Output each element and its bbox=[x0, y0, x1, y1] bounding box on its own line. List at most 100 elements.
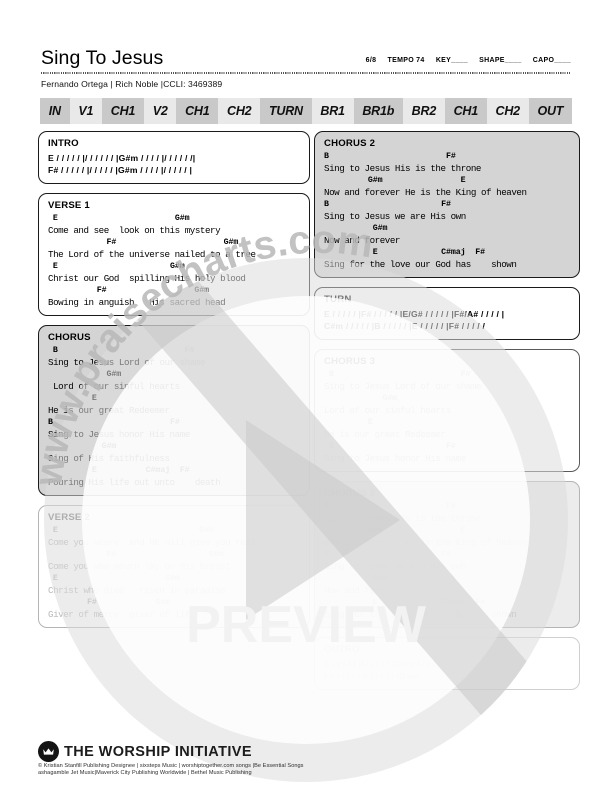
left-column: INTRO E / / / / / |/ / / / / / |G#m / / … bbox=[38, 131, 310, 637]
nav-cell-v1-1[interactable]: V1 bbox=[69, 98, 103, 124]
song-credits: Fernando Ortega | Rich Noble |CCLI: 3469… bbox=[41, 79, 223, 89]
chord-line: G#m E bbox=[324, 176, 466, 185]
nav-cell-v2-3[interactable]: V2 bbox=[143, 98, 177, 124]
lyric-block: E G#m Come you weary and He will give you… bbox=[48, 526, 300, 620]
lyric-line: Bowing in anguish His sacred head bbox=[48, 296, 226, 308]
nav-cell-br1b-8[interactable]: BR1b bbox=[353, 98, 403, 124]
time-signature: 6/8 bbox=[365, 57, 377, 64]
section-title: TURN bbox=[324, 294, 352, 305]
section-intro: INTRO E / / / / / |/ / / / / / |G#m / / … bbox=[38, 131, 310, 184]
nav-cell-ch1-4[interactable]: CH1 bbox=[176, 98, 219, 124]
nav-cell-ch1-10[interactable]: CH1 bbox=[444, 98, 487, 124]
tempo: TEMPO 74 bbox=[387, 57, 425, 64]
lyric-line: Sing to Jesus His is the throne bbox=[324, 162, 481, 174]
chord-line: B F# bbox=[324, 152, 456, 161]
chord-line: G#m E bbox=[324, 526, 466, 535]
lyric-line: Now and forever He is the King of heaven bbox=[324, 186, 527, 198]
lyric-line: Now and forever bbox=[324, 234, 400, 246]
right-column: CHORUS 2 B F# Sing to Jesus His is the th… bbox=[314, 131, 580, 699]
section-title: OUTRO bbox=[324, 644, 360, 655]
lyric-line: Sing for the love our God has shown bbox=[324, 608, 517, 620]
lyric-line: Pouring His life out unto death bbox=[48, 476, 221, 488]
chord-line: F# G#m bbox=[48, 598, 170, 607]
lyric-block: B F# Sing to Jesus His is the throne G#m … bbox=[324, 152, 570, 270]
lyric-line: Come you who mourn lay on His breast bbox=[48, 560, 231, 572]
chord-measure-line: E / / / / / |/ / / / / / |G#m / / / / |/… bbox=[48, 153, 196, 163]
lyric-line: Sing to Jesus Lord of our shame bbox=[324, 380, 481, 392]
lyric-block: B F# Sing to Jesus His is the throne G#m … bbox=[324, 502, 570, 620]
chord-measure-line: F# / / / / / |/ / / / / |G#m / / / / |/ … bbox=[48, 165, 193, 175]
page-title: Sing To Jesus bbox=[41, 47, 164, 69]
chord-line: B F# bbox=[324, 442, 456, 451]
nav-cell-ch2-5[interactable]: CH2 bbox=[218, 98, 261, 124]
chord-line: E C#maj F# bbox=[324, 598, 486, 607]
page-footer: THE WORSHIP INITIATIVE © Kristian Stanfi… bbox=[38, 741, 578, 778]
song-metadata: 6/8 TEMPO 74 KEY____ SHAPE____ CAPO____ bbox=[366, 57, 571, 64]
lyric-line: Lord of our sinful hearts bbox=[324, 404, 451, 416]
crown-icon bbox=[38, 741, 59, 763]
lyric-block: E G#m Come and see look on this mystery F… bbox=[48, 214, 300, 308]
chord-line: E bbox=[324, 418, 373, 427]
lyric-line: The Lord of the universe nailed to a tre… bbox=[48, 248, 256, 260]
lyric-line: Now and forever bbox=[324, 584, 400, 596]
nav-cell-ch2-11[interactable]: CH2 bbox=[486, 98, 529, 124]
lyric-line: Lord of our sinful hearts bbox=[48, 380, 180, 392]
section-title: VERSE 1 bbox=[48, 200, 90, 211]
chord-line: E bbox=[48, 394, 97, 403]
section-chorus-2: CHORUS 2 B F# Sing to Jesus His is the th… bbox=[314, 131, 580, 278]
section-title: INTRO bbox=[48, 138, 79, 149]
chord-line: G#m bbox=[324, 574, 388, 583]
section-verse-2: VERSE 2 E G#m Come you weary and He will … bbox=[38, 505, 310, 628]
chord-line: B F# bbox=[324, 200, 451, 209]
nav-cell-ch1-2[interactable]: CH1 bbox=[102, 98, 144, 124]
section-title: VERSE 2 bbox=[48, 512, 90, 523]
lyric-line: Giver of mercy giver of life bbox=[48, 608, 195, 620]
nav-cell-out-12[interactable]: OUT bbox=[528, 98, 572, 124]
lyric-line: Sing to Jesus honor His name bbox=[48, 428, 190, 440]
copyright-line-2: ashagamble Jet Music|Maverick City Publi… bbox=[38, 770, 252, 777]
chord-measure-line: E / / / / / |/ / / / / / |G#m / / / / |/… bbox=[324, 659, 472, 669]
chord-line: F# G#m bbox=[48, 286, 210, 295]
lyric-line: Sing to Jesus we are His own bbox=[324, 560, 466, 572]
lyric-line: Sing to Jesus honor His name bbox=[324, 452, 466, 464]
chord-line: E G#m bbox=[48, 526, 214, 535]
nav-cell-br2-9[interactable]: BR2 bbox=[402, 98, 445, 124]
nav-cell-in-0[interactable]: IN bbox=[40, 98, 70, 124]
lyric-line: Sing to Jesus we are His own bbox=[324, 210, 466, 222]
lyric-line: Sing to Jesus Lord of our shame bbox=[48, 356, 205, 368]
lyric-block: B F# Sing to Jesus Lord of our shame G#m … bbox=[48, 346, 300, 488]
section-title: CHORUS bbox=[48, 332, 91, 343]
lyric-line: Sing for the love our God has shown bbox=[324, 258, 517, 270]
nav-cell-br1-7[interactable]: BR1 bbox=[311, 98, 354, 124]
lyric-line: He is our great Redeemer bbox=[324, 428, 446, 440]
lyric-line: Sing to Jesus His is the throne bbox=[324, 512, 481, 524]
brand-logo: THE WORSHIP INITIATIVE bbox=[38, 741, 578, 763]
section-verse-1: VERSE 1 E G#m Come and see look on this m… bbox=[38, 193, 310, 316]
section-turn: TURN E / / / / / |F# / / / / / |E/G# / /… bbox=[314, 287, 580, 340]
chord-line: E G#m bbox=[48, 574, 180, 583]
title-divider bbox=[41, 72, 571, 74]
chord-line: F# G#m bbox=[48, 238, 239, 247]
chord-line: E G#m bbox=[48, 214, 190, 223]
section-outro: OUTRO E / / / / / |/ / / / / / |G#m / / … bbox=[314, 637, 580, 690]
chord-line: G#m bbox=[48, 370, 122, 379]
chord-line: B F# bbox=[324, 370, 471, 379]
section-title: CHORUS 2 bbox=[324, 488, 376, 499]
section-title: CHORUS 3 bbox=[324, 356, 376, 367]
lyric-line: He is our great Redeemer bbox=[48, 404, 170, 416]
arrangement-navbar[interactable]: IN V1 CH1 V2 CH1 CH2 TURN BR1 BR1b BR2 CH1 CH2 OUT bbox=[40, 98, 572, 124]
page-header: Sing To Jesus 6/8 TEMPO 74 KEY____ SHAPE… bbox=[0, 0, 612, 92]
section-title: CHORUS 2 bbox=[324, 138, 376, 149]
brand-name: THE WORSHIP INITIATIVE bbox=[64, 743, 252, 760]
chord-line: G#m bbox=[324, 394, 398, 403]
nav-cell-turn-6[interactable]: TURN bbox=[260, 98, 312, 124]
section-chorus: CHORUS B F# Sing to Jesus Lord of our sha… bbox=[38, 325, 310, 496]
section-chorus-3: CHORUS 3 B F# Sing to Jesus Lord of our s… bbox=[314, 349, 580, 472]
chord-line: G#m bbox=[48, 442, 117, 451]
chord-line: E C#maj F# bbox=[324, 248, 486, 257]
lyric-line: Sing of His faithfulness bbox=[48, 452, 170, 464]
chord-line: B F# bbox=[324, 502, 456, 511]
chord-measure-line: E / / / / / |F# / / / / / |E/G# / / / / … bbox=[324, 309, 505, 319]
key-field: KEY____ bbox=[435, 57, 468, 64]
chord-line: B F# bbox=[324, 550, 451, 559]
